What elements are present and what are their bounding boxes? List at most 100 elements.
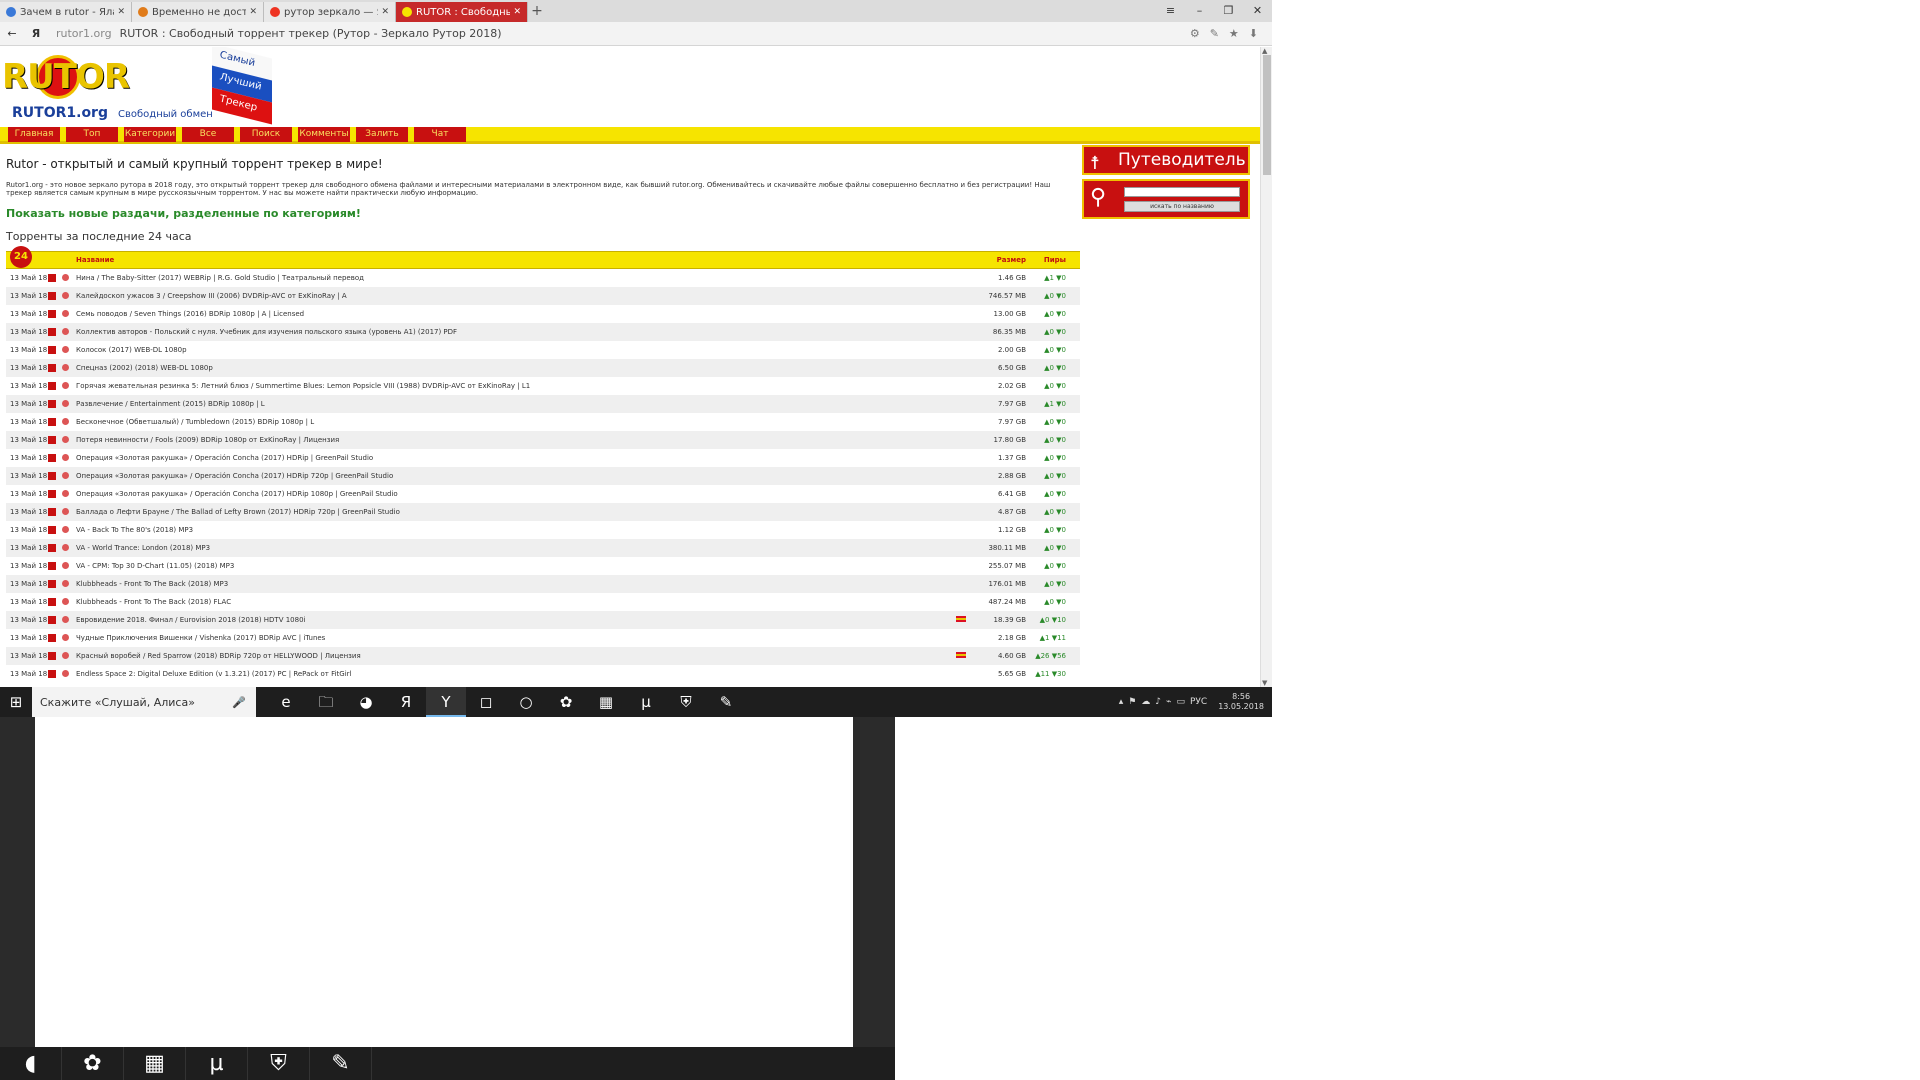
browser-tab[interactable]: рутор зеркало — Яндекс✕ xyxy=(264,2,396,22)
magnet-icon[interactable] xyxy=(62,562,69,569)
new-tab-button[interactable]: + xyxy=(528,2,546,22)
download-icon[interactable] xyxy=(48,561,56,570)
table-row[interactable]: 13 Май 18 VA - CPM: Top 30 D-Chart (11.05… xyxy=(6,557,1080,575)
search-input[interactable] xyxy=(1124,187,1240,197)
download-icon[interactable] xyxy=(48,417,56,426)
show-new-by-category-link[interactable]: Показать новые раздачи, разделенные по к… xyxy=(6,207,1080,220)
table-row[interactable]: 13 Май 18 Баллада о Лефти Брауне / The Ba… xyxy=(6,502,1080,521)
utorrent-icon[interactable]: µ xyxy=(186,1047,248,1080)
row-title-link[interactable]: Чудные Приключения Вишенки / Vishenka (2… xyxy=(76,629,956,647)
settings-icon[interactable]: ⚙ xyxy=(1190,27,1200,40)
menu-icon[interactable]: ≡ xyxy=(1156,0,1185,22)
tray-icon[interactable]: ▴ xyxy=(1119,697,1124,707)
row-title-link[interactable]: Операция «Золотая ракушка» / Operación C… xyxy=(76,449,956,467)
network-icon[interactable]: ⌁ xyxy=(1166,697,1171,707)
search-button[interactable]: искать по названию xyxy=(1124,201,1240,212)
download-icon[interactable] xyxy=(48,579,56,588)
row-title-link[interactable]: Семь поводов / Seven Things (2016) BDRip… xyxy=(76,305,956,323)
browser-tab-active[interactable]: RUTOR : Свободный тор✕ xyxy=(396,2,528,22)
download-icon[interactable] xyxy=(48,507,56,516)
opera-icon[interactable]: ○ xyxy=(506,687,546,717)
magnet-icon[interactable] xyxy=(62,382,69,389)
download-icon[interactable] xyxy=(48,633,56,642)
table-row[interactable]: 13 Май 18 Операция «Золотая ракушка» / Op… xyxy=(6,485,1080,503)
download-icon[interactable] xyxy=(48,291,56,300)
magnet-icon[interactable] xyxy=(62,652,69,659)
row-title-link[interactable]: VA - Back To The 80's (2018) MP3 xyxy=(76,521,956,539)
world-of-tanks-icon[interactable]: ⛨ xyxy=(248,1047,310,1080)
menu-item-categories[interactable]: Категории xyxy=(124,127,176,142)
world-of-tanks-icon[interactable]: ⛨ xyxy=(666,687,706,717)
download-icon[interactable] xyxy=(48,543,56,552)
magnet-icon[interactable] xyxy=(62,310,69,317)
clock[interactable]: 8:56 13.05.2018 xyxy=(1218,692,1264,712)
magnet-icon[interactable] xyxy=(62,598,69,605)
download-icon[interactable] xyxy=(48,309,56,318)
download-icon[interactable] xyxy=(48,327,56,336)
download-icon[interactable] xyxy=(48,651,56,660)
app-icon[interactable]: ◻ xyxy=(466,687,506,717)
download-icon[interactable] xyxy=(48,435,56,444)
menu-item-upload[interactable]: Залить xyxy=(356,127,408,142)
row-title-link[interactable]: Спецназ (2002) (2018) WEB-DL 1080p xyxy=(76,358,956,377)
header-size[interactable]: Размер xyxy=(980,251,1030,269)
magnet-icon[interactable] xyxy=(62,616,69,623)
scroll-down-icon[interactable]: ▼ xyxy=(1262,679,1267,687)
magnet-icon[interactable] xyxy=(62,472,69,479)
row-title-link[interactable]: Klubbheads - Front To The Back (2018) MP… xyxy=(76,574,956,593)
download-icon[interactable] xyxy=(48,363,56,372)
row-title-link[interactable]: Потеря невинности / Fools (2009) BDRip 1… xyxy=(76,430,956,449)
header-name[interactable]: Название xyxy=(76,251,956,269)
archive-icon[interactable]: ▦ xyxy=(124,1047,186,1080)
row-title-link[interactable]: Endless Space 2: Digital Deluxe Edition … xyxy=(76,665,956,683)
magnet-icon[interactable] xyxy=(62,526,69,533)
download-icon[interactable]: ⬇ xyxy=(1249,27,1258,40)
edge-icon[interactable]: e xyxy=(266,687,306,717)
minimize-button[interactable]: – xyxy=(1185,0,1214,22)
table-row[interactable]: 13 Май 18 Развлечение / Entertainment (20… xyxy=(6,394,1080,413)
download-icon[interactable] xyxy=(48,345,56,354)
close-window-button[interactable]: ✕ xyxy=(1243,0,1272,22)
header-peers[interactable]: Пиры xyxy=(1030,251,1080,269)
row-title-link[interactable]: Операция «Золотая ракушка» / Operación C… xyxy=(76,485,956,503)
magnet-icon[interactable] xyxy=(62,364,69,371)
magnet-icon[interactable] xyxy=(62,490,69,497)
menu-item-all[interactable]: Все xyxy=(182,127,234,142)
menu-item-chat[interactable]: Чат xyxy=(414,127,466,142)
download-icon[interactable] xyxy=(48,525,56,534)
table-row[interactable]: 13 Май 18 Евровидение 2018. Финал / Eurov… xyxy=(6,610,1080,629)
magnet-icon[interactable] xyxy=(62,508,69,515)
scroll-up-icon[interactable]: ▲ xyxy=(1262,47,1267,55)
paint-icon[interactable]: ✎ xyxy=(706,687,746,717)
magnet-icon[interactable] xyxy=(62,670,69,677)
magnet-icon[interactable] xyxy=(62,274,69,282)
magnet-icon[interactable] xyxy=(62,454,69,461)
row-title-link[interactable]: Баллада о Лефти Брауне / The Ballad of L… xyxy=(76,502,956,521)
table-row[interactable]: 13 Май 18 Горячая жевательная резинка 5: … xyxy=(6,377,1080,395)
download-icon[interactable] xyxy=(48,453,56,462)
taskbar-search[interactable]: Скажите «Слушай, Алиса» 🎤 xyxy=(32,687,256,717)
file-explorer-icon[interactable]: 🗀 xyxy=(306,687,346,717)
chrome-icon[interactable]: ◕ xyxy=(346,687,386,717)
close-icon[interactable]: ✕ xyxy=(513,7,521,17)
close-icon[interactable]: ✕ xyxy=(381,7,389,17)
table-row[interactable]: 13 Май 18 Семь поводов / Seven Things (20… xyxy=(6,305,1080,323)
edit-icon[interactable]: ✎ xyxy=(1210,27,1219,40)
site-logo[interactable]: RUTOR RUTOR1.org Свободный обмен Самый Л… xyxy=(0,47,272,125)
magnet-icon[interactable] xyxy=(62,418,69,425)
table-row[interactable]: 13 Май 18 Операция «Золотая ракушка» / Op… xyxy=(6,466,1080,485)
tray-icon[interactable]: ⚑ xyxy=(1128,697,1136,707)
menu-item-top[interactable]: Топ xyxy=(66,127,118,142)
row-title-link[interactable]: Евровидение 2018. Финал / Eurovision 201… xyxy=(76,610,956,629)
table-row[interactable]: 13 Май 18 Чудные Приключения Вишенки / Vi… xyxy=(6,629,1080,647)
utorrent-icon[interactable]: µ xyxy=(626,687,666,717)
download-icon[interactable] xyxy=(48,615,56,624)
table-row[interactable]: 13 Май 18 VA - Back To The 80's (2018) MP… xyxy=(6,521,1080,539)
row-title-link[interactable]: Бесконечное (Обветшалый) / Tumbledown (2… xyxy=(76,413,956,431)
magnet-icon[interactable] xyxy=(62,580,69,587)
download-icon[interactable] xyxy=(48,597,56,606)
tray-icon[interactable]: ☁ xyxy=(1141,697,1150,707)
table-row[interactable]: 13 Май 18 Коллектив авторов - Польский с … xyxy=(6,322,1080,341)
table-row[interactable]: 13 Май 18 Калейдоскоп ужасов 3 / Creepsho… xyxy=(6,286,1080,305)
microphone-icon[interactable]: 🎤 xyxy=(232,696,246,709)
